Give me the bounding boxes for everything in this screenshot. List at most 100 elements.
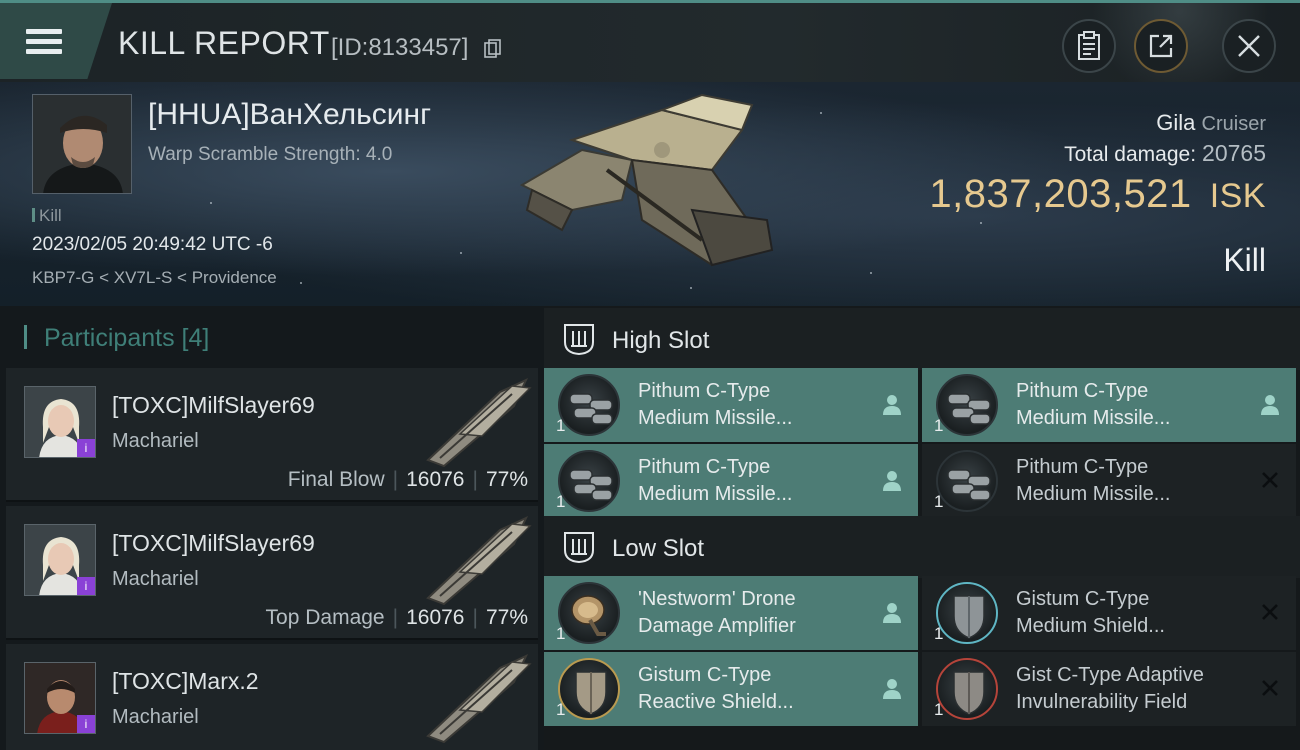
victim-ship-class: Cruiser [1201,113,1266,135]
victim-avatar[interactable] [32,94,132,194]
person-icon [883,395,901,415]
module-quantity: 1 [556,624,566,643]
module-name-line1: Pithum C-Type [638,456,771,478]
module-item[interactable]: 1 Gistum C-Type Reactive Shield... [544,652,918,726]
drone-damage-amplifier-icon [558,582,620,644]
victim-ship-line[interactable]: Gila Cruiser [1156,110,1266,136]
participant-name: [TOXC]MilfSlayer69 [112,530,315,556]
isk-unit: ISK [1209,177,1266,215]
participant-stats: Final Blow | 16076 | 77% [288,468,528,492]
top-bar: KILL REPORT [ID:8133457] [0,0,1300,85]
x-icon [1262,472,1278,488]
module-name-line2: Reactive Shield... [638,691,794,713]
high-slot-icon [564,324,594,356]
menu-button[interactable] [0,3,112,79]
copy-icon[interactable] [484,39,502,59]
module-item[interactable]: 1 Pithum C-Type Medium Missile... [922,444,1296,518]
participants-header: Participants [4] [24,324,209,353]
participant-damage: 16076 [406,468,465,491]
warp-scramble-strength: Warp Scramble Strength: 4.0 [148,144,393,165]
total-damage-label: Total damage: [1064,143,1197,166]
person-icon [883,603,901,623]
person-icon [1261,395,1279,415]
kill-datetime: 2023/02/05 20:49:42 UTC -6 [32,234,273,255]
module-item[interactable]: 1 Pithum C-Type Medium Missile... [922,368,1296,442]
participant-name: [TOXC]Marx.2 [112,668,259,694]
victim-ship-image[interactable] [512,90,782,278]
module-quantity: 1 [934,624,944,643]
kill-location[interactable]: KBP7-G < XV7L-S < Providence [32,268,277,288]
module-quantity: 1 [934,492,944,511]
participant-avatar[interactable]: i [24,524,96,596]
participant-card[interactable]: i [TOXC]MilfSlayer69 Machariel Top Damag… [6,506,538,640]
x-icon [1262,604,1278,620]
clipboard-icon [1078,31,1100,60]
participant-percent: 77% [485,606,528,629]
participant-card[interactable]: i [TOXC]Marx.2 Machariel [6,644,538,750]
module-quantity: 1 [934,416,944,435]
stat-divider: | [392,606,399,629]
participant-ship: Machariel [112,706,199,728]
share-button[interactable] [1134,19,1188,73]
info-badge[interactable]: i [77,439,95,457]
module-name-line2: Medium Missile... [638,483,793,505]
victim-name[interactable]: [HHUA]ВанХельсинг [148,98,431,132]
report-id: [ID:8133457] [331,34,469,61]
participant-ship: Machariel [112,430,199,452]
close-icon [1238,35,1260,57]
participant-card[interactable]: i [TOXC]MilfSlayer69 Machariel Final Blo… [6,368,538,502]
module-item[interactable]: 1 Pithum C-Type Medium Missile... [544,368,918,442]
invulnerability-field-icon [936,658,998,720]
high-slot-title: High Slot [612,327,710,354]
stat-divider: | [392,468,399,491]
close-button[interactable] [1222,19,1276,73]
module-name-line1: Gist C-Type Adaptive [1016,664,1204,686]
missile-launcher-icon [936,374,998,436]
clipboard-button[interactable] [1062,19,1116,73]
module-name-line2: Medium Shield... [1016,615,1165,637]
participant-avatar[interactable]: i [24,386,96,458]
participant-damage: 16076 [406,606,465,629]
kill-tag: Kill [32,206,62,226]
module-item[interactable]: 1 Pithum C-Type Medium Missile... [544,444,918,518]
module-quantity: 1 [556,700,566,719]
module-name-line1: Gistum C-Type [638,664,772,686]
info-badge[interactable]: i [77,715,95,733]
module-quantity: 1 [556,416,566,435]
participant-avatar[interactable]: i [24,662,96,734]
participant-ship-image [426,515,532,606]
isk-value: 1,837,203,521 ISK [929,172,1266,217]
shield-extender-icon [936,582,998,644]
reactive-shield-icon [558,658,620,720]
participant-role: Top Damage [265,606,385,629]
fitting-panel: High Slot 1 Pithum C-Type Medium Missile… [544,306,1300,750]
page-title: KILL REPORT [118,25,330,61]
module-name-line2: Medium Missile... [638,407,793,429]
high-slot-header: High Slot [544,308,1300,370]
module-name-line2: Medium Missile... [1016,407,1171,429]
total-damage-value: 20765 [1202,140,1266,166]
module-item[interactable]: 1 Gistum C-Type Medium Shield... [922,576,1296,650]
module-name-line1: Pithum C-Type [1016,456,1149,478]
module-quantity: 1 [556,492,566,511]
participant-ship-image [426,377,532,468]
module-item[interactable]: 1 'Nestworm' Drone Damage Amplifier [544,576,918,650]
participants-panel: Participants [4] i [TOXC]MilfSlayer69 Ma… [0,306,544,750]
participants-count: [4] [181,324,210,352]
module-name-line1: Pithum C-Type [1016,380,1149,402]
x-icon [1262,680,1278,696]
hamburger-icon [26,24,62,59]
person-icon [883,679,901,699]
module-name-line2: Invulnerability Field [1016,691,1188,713]
module-name-line1: 'Nestworm' Drone [638,588,796,610]
stat-divider: | [472,468,478,491]
low-slot-header: Low Slot [544,516,1300,578]
info-badge[interactable]: i [77,577,95,595]
module-item[interactable]: 1 Gist C-Type Adaptive Invulnerability F… [922,652,1296,726]
module-name-line1: Gistum C-Type [1016,588,1150,610]
isk-amount: 1,837,203,521 [929,172,1192,216]
module-name-line1: Pithum C-Type [638,380,771,402]
missile-launcher-icon [558,450,620,512]
module-name-line2: Damage Amplifier [638,615,796,637]
module-quantity: 1 [934,700,944,719]
